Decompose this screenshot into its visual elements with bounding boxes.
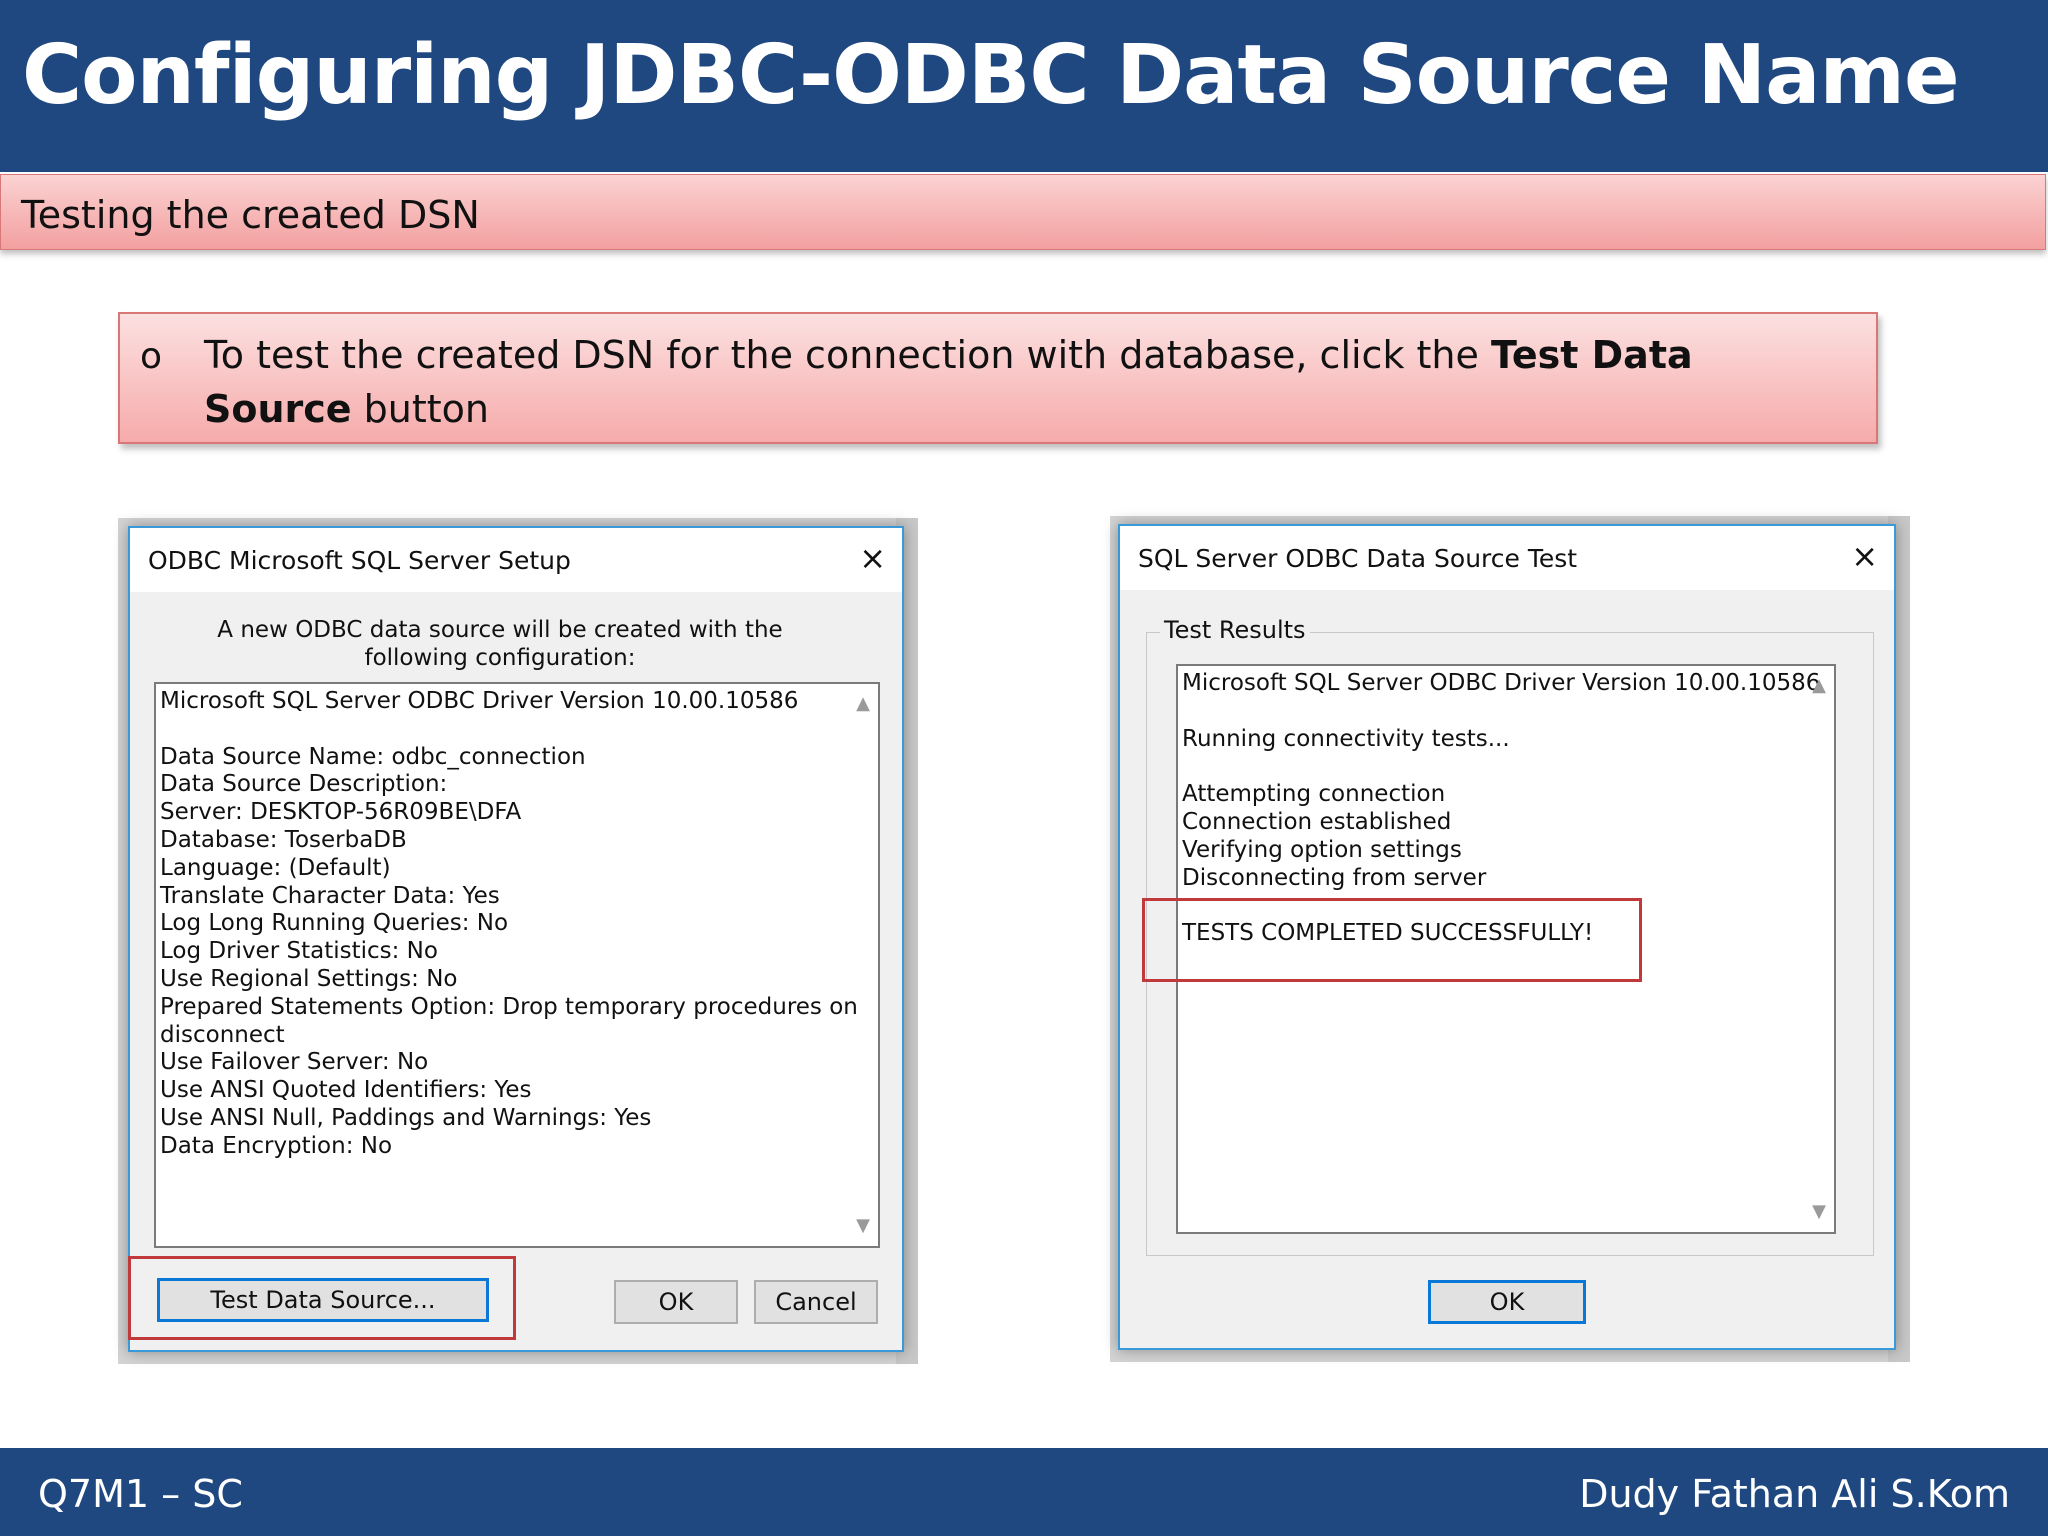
scroll-up-icon[interactable]: ▲ (1812, 672, 1826, 700)
title-bar: Configuring JDBC-ODBC Data Source Name (0, 0, 2048, 172)
list-item: disconnect (160, 1021, 285, 1048)
list-item: Log Long Running Queries: No (160, 910, 509, 937)
instruction-pre: To test the created DSN for the connecti… (204, 333, 1491, 377)
list-item: Translate Character Data: Yes (160, 882, 500, 909)
instruction-box: o To test the created DSN for the connec… (118, 312, 1878, 444)
list-item: Prepared Statements Option: Drop tempora… (160, 993, 858, 1020)
list-item: Log Driver Statistics: No (160, 938, 438, 965)
list-item: Use Regional Settings: No (160, 965, 458, 992)
list-item: Attempting connection (1182, 781, 1446, 808)
ok-button[interactable]: OK (614, 1280, 738, 1324)
setup-dialog-titlebar: ODBC Microsoft SQL Server Setup × (130, 528, 902, 592)
bullet-icon: o (140, 336, 163, 377)
scroll-down-icon[interactable]: ▼ (1812, 1198, 1826, 1226)
list-item: Microsoft SQL Server ODBC Driver Version… (1182, 670, 1821, 696)
list-item: Microsoft SQL Server ODBC Driver Version… (160, 688, 799, 714)
list-item (1182, 753, 1834, 781)
list-item: Connection established (1182, 808, 1452, 835)
test-dialog-title: SQL Server ODBC Data Source Test (1138, 544, 1578, 573)
instruction-text: To test the created DSN for the connecti… (204, 328, 1824, 436)
setup-intro-text: A new ODBC data source will be created w… (217, 617, 783, 671)
close-icon[interactable]: × (1851, 538, 1878, 574)
test-dialog: SQL Server ODBC Data Source Test × Test … (1118, 524, 1896, 1350)
close-icon[interactable]: × (859, 540, 886, 576)
scroll-up-icon[interactable]: ▲ (856, 690, 870, 718)
list-item: Language: (Default) (160, 854, 391, 881)
list-item: Disconnecting from server (1182, 864, 1487, 891)
subtitle-bar: Testing the created DSN (0, 174, 2046, 250)
test-data-source-button[interactable]: Test Data Source... (157, 1278, 489, 1322)
scroll-down-icon[interactable]: ▼ (856, 1212, 870, 1240)
list-item: Verifying option settings (1182, 836, 1462, 863)
footer-author: Dudy Fathan Ali S.Kom (1579, 1472, 2010, 1516)
config-listbox[interactable]: ▲ ▼ Microsoft SQL Server ODBC Driver Ver… (154, 682, 880, 1248)
list-item: Data Encryption: No (160, 1132, 393, 1159)
instruction-post: button (351, 387, 489, 431)
test-results-label: Test Results (1160, 616, 1310, 644)
setup-dialog-title: ODBC Microsoft SQL Server Setup (148, 546, 571, 575)
success-highlight (1142, 898, 1642, 982)
slide-subtitle: Testing the created DSN (21, 193, 480, 237)
list-item: Data Source Description: (160, 771, 448, 798)
list-item (1182, 698, 1834, 726)
footer-course-code: Q7M1 – SC (38, 1472, 243, 1516)
setup-dialog: ODBC Microsoft SQL Server Setup × A new … (128, 526, 904, 1352)
cancel-button[interactable]: Cancel (754, 1280, 878, 1324)
list-item: Database: ToserbaDB (160, 826, 407, 853)
list-item: Use ANSI Quoted Identifiers: Yes (160, 1077, 532, 1104)
ok-button[interactable]: OK (1428, 1280, 1586, 1324)
list-item: Running connectivity tests... (1182, 725, 1510, 752)
list-item (160, 716, 878, 744)
list-item: Data Source Name: odbc_connection (160, 743, 586, 770)
list-item: Use ANSI Null, Paddings and Warnings: Ye… (160, 1104, 652, 1131)
list-item: Server: DESKTOP-56R09BE\DFA (160, 799, 522, 826)
test-dialog-titlebar: SQL Server ODBC Data Source Test × (1120, 526, 1894, 590)
slide-title: Configuring JDBC-ODBC Data Source Name (22, 28, 1960, 123)
list-item: Use Failover Server: No (160, 1049, 429, 1076)
footer-bar: Q7M1 – SC Dudy Fathan Ali S.Kom (0, 1448, 2048, 1536)
